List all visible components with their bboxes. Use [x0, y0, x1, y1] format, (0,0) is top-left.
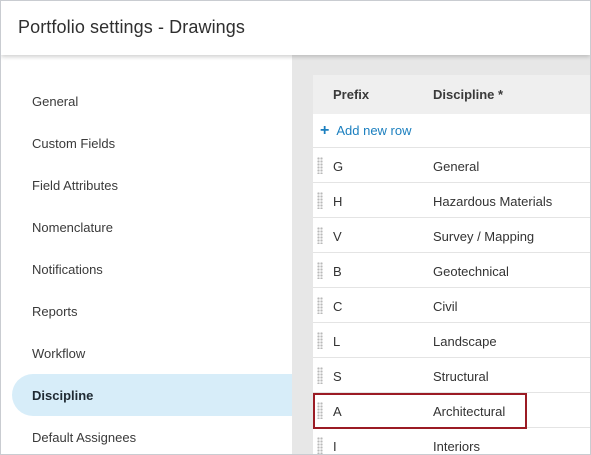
- drag-handle-icon[interactable]: [317, 262, 323, 279]
- table-row[interactable]: I Interiors: [313, 428, 590, 454]
- drag-handle-icon[interactable]: [317, 297, 323, 314]
- sidebar-item-default-assignees[interactable]: Default Assignees: [12, 416, 292, 454]
- sidebar-item-label: General: [32, 93, 79, 109]
- sidebar-item-label: Discipline: [32, 387, 94, 403]
- drag-handle-icon[interactable]: [317, 402, 323, 419]
- sidebar-item-reports[interactable]: Reports: [12, 290, 292, 332]
- row-discipline: Hazardous Materials: [433, 194, 553, 209]
- table-row[interactable]: G General: [313, 148, 590, 183]
- row-prefix: A: [333, 404, 342, 419]
- row-discipline: Civil: [433, 299, 458, 314]
- settings-sidebar: General Custom Fields Field Attributes N…: [1, 55, 292, 454]
- column-header-discipline[interactable]: Discipline *: [433, 87, 503, 102]
- page-title: Portfolio settings - Drawings: [18, 17, 245, 37]
- table-row[interactable]: L Landscape: [313, 323, 590, 358]
- sidebar-item-workflow[interactable]: Workflow: [12, 332, 292, 374]
- row-discipline: Geotechnical: [433, 264, 509, 279]
- sidebar-item-nomenclature[interactable]: Nomenclature: [12, 206, 292, 248]
- sidebar-item-label: Nomenclature: [32, 219, 113, 235]
- row-discipline: General: [433, 159, 480, 174]
- drag-handle-icon[interactable]: [317, 332, 323, 349]
- sidebar-item-label: Reports: [32, 303, 78, 319]
- row-prefix: L: [333, 334, 341, 349]
- table-row[interactable]: C Civil: [313, 288, 590, 323]
- sidebar-item-notifications[interactable]: Notifications: [12, 248, 292, 290]
- row-prefix: S: [333, 369, 342, 384]
- sidebar-item-label: Workflow: [32, 345, 86, 361]
- row-discipline: Structural: [433, 369, 489, 384]
- drag-handle-icon[interactable]: [317, 367, 323, 384]
- row-discipline: Landscape: [433, 334, 497, 349]
- drag-handle-icon[interactable]: [317, 157, 323, 174]
- row-prefix: V: [333, 229, 342, 244]
- settings-window: Portfolio settings - Drawings General Cu…: [0, 0, 591, 455]
- table-row[interactable]: H Hazardous Materials: [313, 183, 590, 218]
- row-prefix: B: [333, 264, 342, 279]
- sidebar-item-label: Field Attributes: [32, 177, 118, 193]
- add-new-row-label: Add new row: [336, 123, 412, 138]
- sidebar-item-field-attributes[interactable]: Field Attributes: [12, 164, 292, 206]
- discipline-panel: Prefix Discipline * + Add new row G Gene…: [292, 55, 590, 454]
- row-discipline: Interiors: [433, 439, 480, 454]
- row-prefix: C: [333, 299, 343, 314]
- row-discipline: Architectural: [433, 404, 506, 419]
- discipline-table: Prefix Discipline * + Add new row G Gene…: [313, 75, 590, 454]
- row-prefix: I: [333, 439, 337, 454]
- sidebar-item-label: Notifications: [32, 261, 103, 277]
- table-row[interactable]: V Survey / Mapping: [313, 218, 590, 253]
- sidebar-item-general[interactable]: General: [12, 80, 292, 122]
- table-row[interactable]: B Geotechnical: [313, 253, 590, 288]
- drag-handle-icon[interactable]: [317, 437, 323, 454]
- sidebar-item-label: Default Assignees: [32, 429, 137, 445]
- table-row[interactable]: S Structural: [313, 358, 590, 393]
- drag-handle-icon[interactable]: [317, 192, 323, 209]
- sidebar-item-discipline[interactable]: Discipline: [12, 374, 292, 416]
- table-row[interactable]: A Architectural: [313, 393, 590, 428]
- row-discipline: Survey / Mapping: [433, 229, 535, 244]
- row-prefix: G: [333, 159, 344, 174]
- drag-handle-icon[interactable]: [317, 227, 323, 244]
- page-header: Portfolio settings - Drawings: [1, 1, 590, 55]
- plus-icon: +: [320, 121, 330, 139]
- table-header: Prefix Discipline *: [313, 75, 590, 114]
- row-prefix: H: [333, 194, 343, 209]
- sidebar-item-label: Custom Fields: [32, 135, 116, 151]
- column-header-prefix[interactable]: Prefix: [333, 87, 369, 102]
- add-new-row-button[interactable]: + Add new row: [313, 114, 590, 148]
- sidebar-item-custom-fields[interactable]: Custom Fields: [12, 122, 292, 164]
